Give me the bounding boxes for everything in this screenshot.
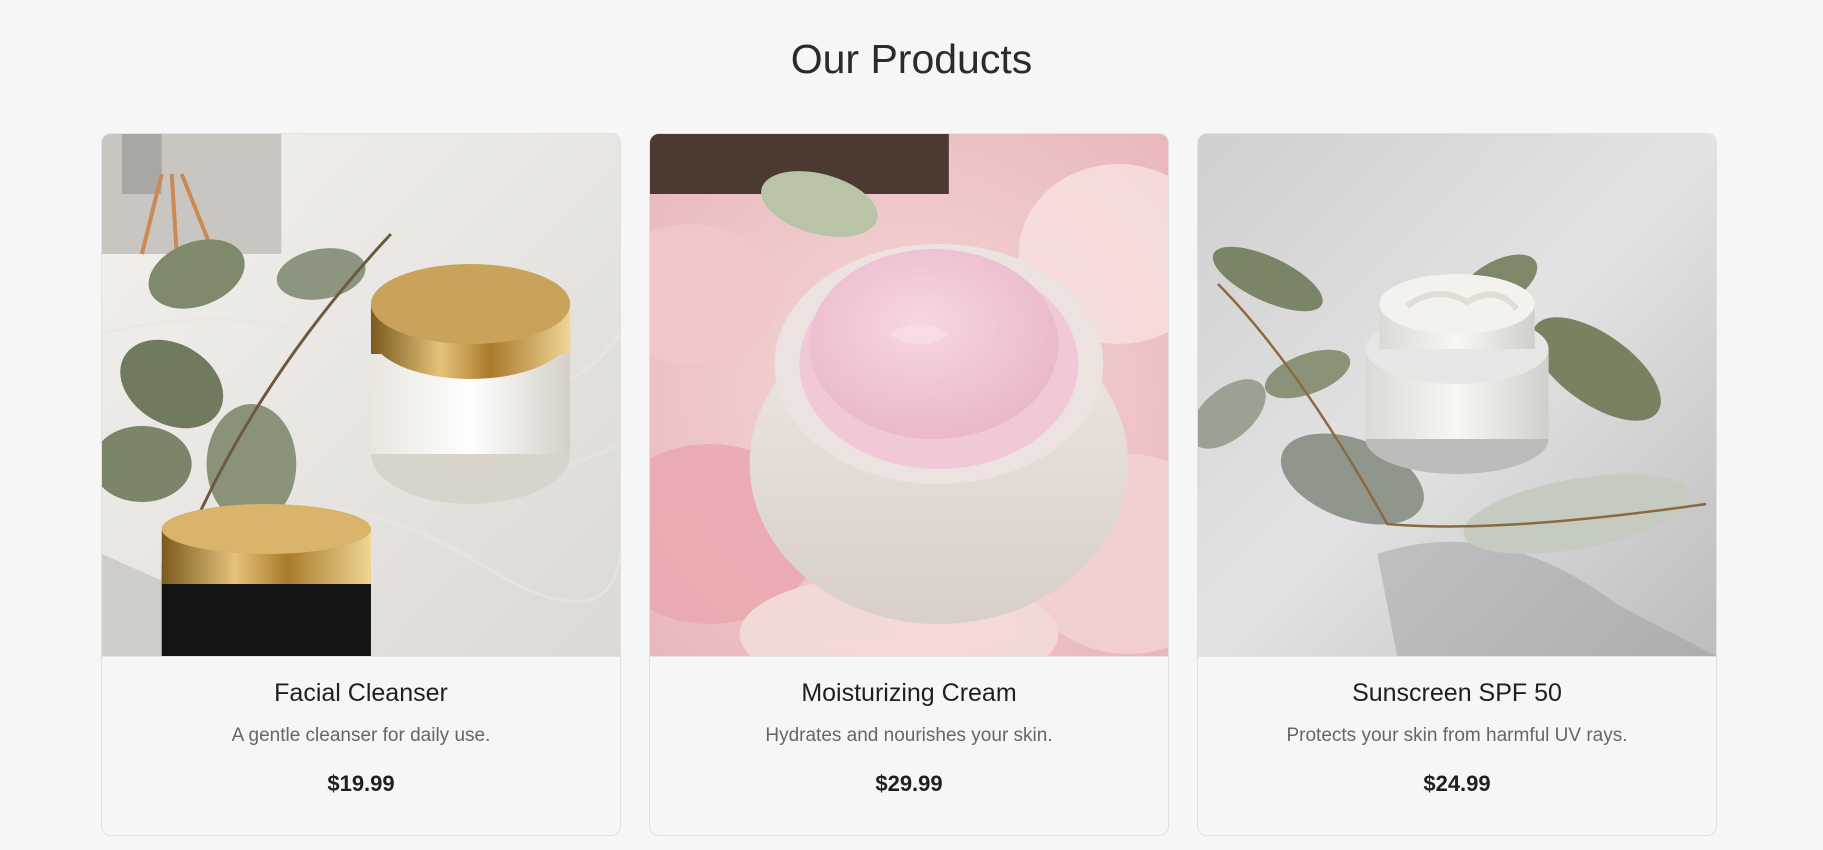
product-price: $24.99 [1423,771,1491,796]
product-card-facial-cleanser[interactable]: Facial Cleanser A gentle cleanser for da… [101,133,621,836]
product-name[interactable]: Moisturizing Cream [650,677,1168,709]
product-card-sunscreen-spf-50[interactable]: Sunscreen SPF 50 Protects your skin from… [1197,133,1717,836]
white-cream-jar-leaves-image [1198,134,1716,656]
product-grid: Facial Cleanser A gentle cleanser for da… [101,133,1717,836]
cream-jars-on-towel-image [102,134,620,656]
product-name[interactable]: Sunscreen SPF 50 [1198,677,1716,709]
product-image-moisturizing-cream[interactable] [650,134,1168,657]
card-body: Sunscreen SPF 50 Protects your skin from… [1198,677,1716,798]
section-title: Our Products [790,36,1033,82]
card-body: Moisturizing Cream Hydrates and nourishe… [650,677,1168,798]
products-page: Our Products Facial Cleanser A gentle cl… [0,0,1823,850]
product-name[interactable]: Facial Cleanser [102,677,620,709]
product-image-sunscreen-spf-50[interactable] [1198,134,1716,657]
product-description: Hydrates and nourishes your skin. [765,725,1053,746]
product-card-moisturizing-cream[interactable]: Moisturizing Cream Hydrates and nourishe… [649,133,1169,836]
product-image-facial-cleanser[interactable] [102,134,620,657]
product-price: $19.99 [327,771,395,796]
product-price: $29.99 [875,771,943,796]
product-description: Protects your skin from harmful UV rays. [1286,725,1628,746]
product-description: A gentle cleanser for daily use. [231,725,491,746]
pink-cream-jar-rose-petals-image [650,134,1168,656]
card-body: Facial Cleanser A gentle cleanser for da… [102,677,620,798]
